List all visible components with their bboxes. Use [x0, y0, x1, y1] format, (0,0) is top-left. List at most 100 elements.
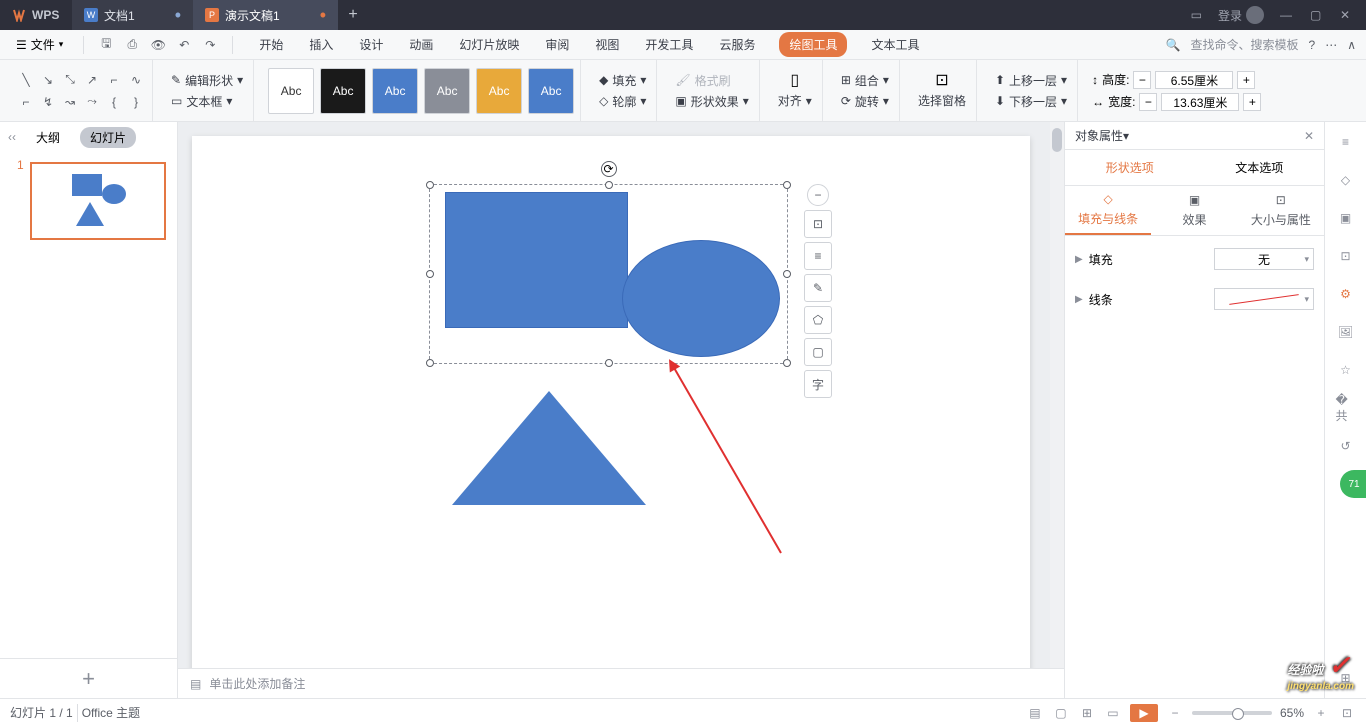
style-abc-4[interactable]: Abc [424, 68, 470, 114]
fill-line-subtab[interactable]: ◇ 填充与线条 [1065, 186, 1151, 235]
collapse-panel-icon[interactable]: ‹‹ [8, 130, 16, 144]
expand-line-icon[interactable]: ▶ [1075, 294, 1083, 305]
fit-screen-icon[interactable]: ⊡ [1338, 704, 1356, 722]
outline-button[interactable]: ◇ 轮廓 ▾ [595, 91, 650, 112]
style-abc-6[interactable]: Abc [528, 68, 574, 114]
effects-subtab[interactable]: ▣ 效果 [1151, 186, 1237, 235]
edit-shape-button[interactable]: ✎ 编辑形状 ▾ [167, 70, 247, 91]
float-eyedropper-icon[interactable]: ✎ [804, 274, 832, 302]
vertical-scrollbar[interactable] [1050, 122, 1064, 698]
sidebar-template-icon[interactable]: ▣ [1336, 208, 1356, 228]
float-zoom-out[interactable]: − [807, 184, 829, 206]
undo-icon[interactable]: ↶ [176, 37, 192, 53]
close-button[interactable]: ✕ [1340, 8, 1354, 22]
tab-drawingtools[interactable]: 绘图工具 [779, 32, 847, 57]
handle-w[interactable] [426, 270, 434, 278]
zoom-out-button[interactable]: − [1166, 704, 1184, 722]
style-abc-3[interactable]: Abc [372, 68, 418, 114]
tab-animation[interactable]: 动画 [407, 32, 435, 57]
file-menu[interactable]: ☰ 文件 ▾ [10, 34, 69, 55]
view-sorter-icon[interactable]: ⊞ [1078, 704, 1096, 722]
tab-cloud[interactable]: 云服务 [717, 32, 757, 57]
handle-se[interactable] [783, 359, 791, 367]
zoom-level[interactable]: 65% [1280, 706, 1304, 720]
rotate-button[interactable]: ⟳ 旋转 ▾ [837, 91, 893, 112]
shape-gallery[interactable]: ╲↘⤡↗⌐∿ ⌐↯↝⤳{} [16, 70, 146, 112]
tab-texttools[interactable]: 文本工具 [869, 32, 921, 57]
float-layers-icon[interactable]: ≡ [804, 242, 832, 270]
height-plus[interactable]: + [1237, 71, 1255, 89]
float-crop-icon[interactable]: ⬠ [804, 306, 832, 334]
tab-presentation1[interactable]: P 演示文稿1 • [193, 0, 338, 30]
tab-devtools[interactable]: 开发工具 [643, 32, 695, 57]
sidebar-style-icon[interactable]: ◇ [1336, 170, 1356, 190]
float-shadow-icon[interactable]: ▢ [804, 338, 832, 366]
fill-button[interactable]: ◆ 填充 ▾ [595, 70, 650, 91]
outline-tab[interactable]: 大纲 [26, 127, 70, 148]
add-slide-button[interactable]: + [0, 658, 177, 698]
float-text-icon[interactable]: 字 [804, 370, 832, 398]
tab-insert[interactable]: 插入 [307, 32, 335, 57]
align-button[interactable]: 对齐 ▾ [774, 90, 816, 111]
text-options-tab[interactable]: 文本选项 [1195, 150, 1325, 185]
tab-slideshow[interactable]: 幻灯片放映 [457, 32, 521, 57]
tab-start[interactable]: 开始 [257, 32, 285, 57]
minimize-button[interactable]: — [1280, 8, 1294, 22]
expand-fill-icon[interactable]: ▶ [1075, 254, 1083, 265]
fill-select[interactable]: 无 [1214, 248, 1314, 270]
zoom-slider[interactable] [1192, 711, 1272, 715]
select-pane-button[interactable]: 选择窗格 [914, 90, 970, 111]
more-icon[interactable]: ⋯ [1325, 38, 1337, 52]
search-icon[interactable]: 🔍 [1166, 38, 1181, 52]
notes-toggle-icon[interactable]: ▤ [1026, 704, 1044, 722]
width-minus[interactable]: − [1139, 93, 1157, 111]
selection-box[interactable]: ⟳ [429, 184, 788, 364]
search-hint[interactable]: 查找命令、搜索模板 [1191, 36, 1299, 53]
print-icon[interactable]: ⎙ [124, 37, 140, 53]
zoom-in-button[interactable]: + [1312, 704, 1330, 722]
float-tool-1[interactable]: ⊡ [804, 210, 832, 238]
line-select[interactable] [1214, 288, 1314, 310]
sidebar-badge[interactable]: 71 [1340, 470, 1366, 498]
textbox-button[interactable]: ▭ 文本框 ▾ [167, 91, 247, 112]
tab-review[interactable]: 审阅 [543, 32, 571, 57]
bring-forward-button[interactable]: ⬆ 上移一层 ▾ [991, 70, 1071, 91]
select-pane-icon[interactable]: ⊡ [935, 70, 948, 90]
style-abc-1[interactable]: Abc [268, 68, 314, 114]
slides-tab[interactable]: 幻灯片 [80, 127, 136, 148]
tab-view[interactable]: 视图 [593, 32, 621, 57]
notes-placeholder[interactable]: 单击此处添加备注 [209, 675, 305, 692]
style-abc-5[interactable]: Abc [476, 68, 522, 114]
width-plus[interactable]: + [1243, 93, 1261, 111]
slide-canvas[interactable]: ⟳ − ⊡ ≡ ✎ ⬠ ▢ 字 [192, 136, 1030, 698]
sidebar-star-icon[interactable]: ☆ [1336, 360, 1356, 380]
tab-design[interactable]: 设计 [357, 32, 385, 57]
close-panel-icon[interactable]: ✕ [1304, 129, 1314, 143]
save-icon[interactable]: 🖫 [98, 37, 114, 53]
sidebar-menu-icon[interactable]: ≡ [1336, 132, 1356, 152]
width-input[interactable]: 13.63厘米 [1161, 93, 1239, 111]
sidebar-history-icon[interactable]: ↺ [1336, 436, 1356, 456]
shape-triangle[interactable] [452, 391, 646, 505]
sidebar-props-icon[interactable]: ⚙ [1336, 284, 1356, 304]
group-button[interactable]: ⊞ 组合 ▾ [837, 70, 893, 91]
login-button[interactable]: 登录 [1218, 6, 1264, 24]
shape-effect-button[interactable]: ▣ 形状效果 ▾ [671, 91, 752, 112]
slide-thumbnail-1[interactable] [30, 162, 166, 240]
handle-n[interactable] [605, 181, 613, 189]
maximize-button[interactable]: ▢ [1310, 8, 1324, 22]
redo-icon[interactable]: ↷ [202, 37, 218, 53]
align-icon[interactable]: ▯ [790, 70, 799, 90]
view-reading-icon[interactable]: ▭ [1104, 704, 1122, 722]
handle-s[interactable] [605, 359, 613, 367]
slideshow-button[interactable]: ▶ [1130, 704, 1158, 722]
tab-doc1[interactable]: W 文档1 • [72, 0, 193, 30]
style-abc-2[interactable]: Abc [320, 68, 366, 114]
layout-icon[interactable]: ▭ [1191, 8, 1202, 22]
help-icon[interactable]: ? [1309, 38, 1316, 52]
handle-ne[interactable] [783, 181, 791, 189]
handle-nw[interactable] [426, 181, 434, 189]
height-minus[interactable]: − [1133, 71, 1151, 89]
handle-sw[interactable] [426, 359, 434, 367]
size-props-subtab[interactable]: ⊡ 大小与属性 [1238, 186, 1324, 235]
